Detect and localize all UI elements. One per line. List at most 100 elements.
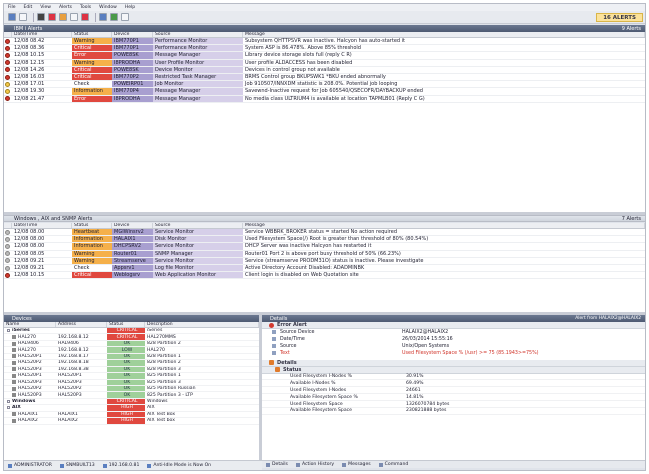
- alert-source: Message Manager: [153, 88, 243, 95]
- details-body: Error Alert Source Device HALAIX2@HALAIX2…: [262, 322, 645, 460]
- alert-row[interactable]: 12/08 19.30 Information IBM770P4 Message Ma…: [4, 88, 645, 96]
- device-description: AIX Test Box: [147, 411, 176, 417]
- col-datetime[interactable]: Date/Time: [12, 32, 72, 37]
- alert-device: Appsrv1: [112, 264, 153, 272]
- status-field: Used Filesystem I-Nodes 24661: [262, 387, 645, 395]
- alert-row[interactable]: 12/08 09.21 Warning Streamserve Service Mon…: [4, 257, 645, 265]
- print-icon[interactable]: [121, 13, 129, 21]
- col-status[interactable]: Status: [72, 223, 112, 228]
- alert-row[interactable]: 12/08 08.00 Information DHCPSRV2 Service Mo…: [4, 243, 645, 251]
- menu-view[interactable]: View: [40, 5, 51, 10]
- col-address[interactable]: Address: [56, 322, 107, 327]
- alert-icon-cell: [4, 236, 12, 242]
- alert-icon-cell: [4, 52, 12, 58]
- user-icon: [8, 463, 12, 468]
- device-name-cell: HAL520P1: [4, 373, 56, 378]
- alert-source: Message Manager: [153, 52, 243, 59]
- alert-field: Source Device HALAIX2@HALAIX2: [262, 329, 645, 336]
- device-name-cell: HAL520P2: [4, 360, 56, 365]
- menu-file[interactable]: File: [8, 5, 16, 10]
- refresh-icon[interactable]: [19, 13, 27, 21]
- field-icon: [272, 344, 276, 349]
- device-row[interactable]: HALAIX2 HALAIX2 HIGH AIX Test box: [4, 418, 259, 425]
- col-status[interactable]: Status: [72, 32, 112, 37]
- tab-messages[interactable]: Messages: [342, 462, 371, 467]
- alert-row[interactable]: 12/08 08.05 Warning Router01 SNMP Manager Ro…: [4, 250, 645, 258]
- alert-status: Information: [72, 243, 112, 250]
- device-description: 825 Partition 1: [147, 373, 181, 379]
- monitor-icon[interactable]: [37, 13, 45, 21]
- alert-row[interactable]: 12/08 17.01 Check POWEIRP01 Job Monitor Job …: [4, 81, 645, 89]
- device-name-cell: HALAIX2: [4, 418, 56, 423]
- alert-row[interactable]: 12/08 14.26 Critical POWE8SK Device Monitor…: [4, 66, 645, 74]
- delete-icon[interactable]: [81, 13, 89, 21]
- expand-icon[interactable]: [7, 329, 10, 333]
- menu-window[interactable]: Window: [99, 5, 117, 10]
- menu-tools[interactable]: Tools: [80, 5, 91, 10]
- toolbar-separator: [95, 12, 96, 22]
- col-message[interactable]: Message: [243, 32, 645, 37]
- warning-icon[interactable]: [59, 13, 67, 21]
- alert-status: Heartbeat: [72, 229, 112, 236]
- alert-row[interactable]: 12/08 08.42 Warning IBM770P1 Performance Mo…: [4, 38, 645, 46]
- devices-tree: iSeries CRITICAL iSeries HAL270 192.168.8.12…: [4, 328, 259, 460]
- details-section[interactable]: Details: [262, 359, 645, 367]
- expand-icon[interactable]: [7, 400, 10, 404]
- alert-fields: Source Device HALAIX2@HALAIX2 Date/Time 26/…: [262, 329, 645, 357]
- device-description: iSeries: [147, 328, 163, 334]
- alert-datetime: 12/08 08.00: [14, 243, 45, 250]
- col-device-status[interactable]: Status: [107, 322, 145, 327]
- alert-row[interactable]: 12/08 21.47 Error I8PRODHA Message Manager N…: [4, 95, 645, 103]
- error-alert-section[interactable]: Error Alert: [262, 322, 645, 329]
- col-datetime[interactable]: Date/Time: [12, 223, 72, 228]
- alerts-count-button[interactable]: 16 ALERTS: [596, 13, 643, 22]
- alert-row[interactable]: 12/08 16.03 Critical IBM770P2 Restricted Ta…: [4, 73, 645, 82]
- tab-command[interactable]: Command: [378, 462, 409, 467]
- device-name-cell: iSeries: [4, 328, 56, 333]
- alert-row[interactable]: 12/08 09.21 Check Appsrv1 Log file Monitor A…: [4, 264, 645, 273]
- server-icon: [59, 463, 64, 468]
- menu-edit[interactable]: Edit: [24, 5, 33, 10]
- alert-datetime: 12/08 08.36: [14, 45, 45, 52]
- new-icon[interactable]: [8, 13, 16, 21]
- tab-details[interactable]: Details: [266, 462, 288, 467]
- network-icon: [102, 463, 107, 468]
- alert-device: DHCPSRV2: [112, 243, 153, 250]
- alert-severity-icon: [5, 258, 10, 264]
- col-device[interactable]: Device: [112, 32, 153, 37]
- device-name: HALAIX2: [18, 418, 38, 424]
- details-header: Details Alert from HALAIX2@HALAIX2: [262, 315, 645, 322]
- alert-row[interactable]: 12/08 08.00 Information HALAIX1 Disk Monito…: [4, 236, 645, 244]
- alert-icon-cell: [4, 67, 12, 73]
- alert-source: Device Monitor: [153, 66, 243, 73]
- col-icon: [4, 223, 12, 228]
- col-source[interactable]: Source: [153, 223, 243, 228]
- alert-row[interactable]: 12/08 10.15 Error POWE8SK Message Manager Li…: [4, 52, 645, 60]
- col-message[interactable]: Message: [243, 223, 645, 228]
- alert-row[interactable]: 12/08 08.00 Heartbeat MGIWinsrv2 Service Mo…: [4, 229, 645, 237]
- menu-alerts[interactable]: Alerts: [59, 5, 72, 10]
- status-section[interactable]: Status: [262, 366, 645, 374]
- alert-source: Message Manager: [153, 95, 243, 102]
- col-device[interactable]: Device: [112, 223, 153, 228]
- col-source[interactable]: Source: [153, 32, 243, 37]
- alert-severity-icon: [5, 45, 10, 51]
- col-description[interactable]: Description: [145, 322, 259, 327]
- device-status: OK: [107, 366, 145, 373]
- menu-help[interactable]: Help: [125, 5, 135, 10]
- alert-row[interactable]: 12/08 08.36 Critical IBM770P1 Performance M…: [4, 45, 645, 53]
- expand-icon[interactable]: [7, 406, 10, 410]
- tab-command-label: Command: [384, 462, 409, 467]
- col-name[interactable]: Name: [4, 322, 56, 327]
- stop-icon[interactable]: [48, 13, 56, 21]
- tab-action-history[interactable]: Action History: [295, 462, 334, 467]
- alert-status: Warning: [72, 257, 112, 264]
- windows-alerts-count: 7 Alerts: [621, 215, 641, 222]
- alert-message: DHCP Server was inactive Halcyon has res…: [245, 243, 372, 250]
- grid-icon[interactable]: [110, 13, 118, 21]
- alert-message: Subsystem QHTTPSVR was inactive. Halcyon…: [245, 38, 406, 45]
- filter-icon[interactable]: [99, 13, 107, 21]
- alert-row[interactable]: 12/08 12.15 Warning I8PRODHA User Profile M…: [4, 59, 645, 67]
- properties-icon[interactable]: [70, 13, 78, 21]
- alert-row[interactable]: 12/08 10.15 Critical Weblogsrv Web Applicat…: [4, 272, 645, 280]
